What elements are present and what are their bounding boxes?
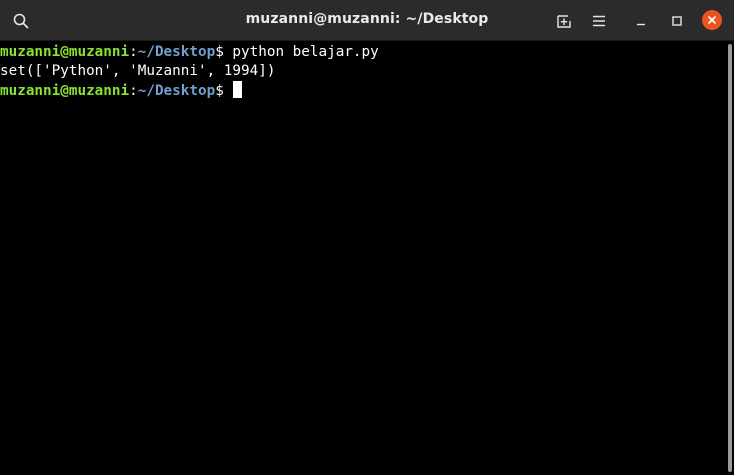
working-directory: ~/Desktop <box>137 83 216 99</box>
user-host: muzanni@muzanni <box>0 44 130 60</box>
maximize-button[interactable] <box>665 9 689 33</box>
command-output: set(['Python', 'Muzanni', 1994]) <box>0 63 276 79</box>
terminal-line: muzanni@muzanni:~/Desktop$ python belaja… <box>0 43 726 62</box>
scrollbar-thumb[interactable] <box>728 44 732 472</box>
new-tab-icon <box>557 15 571 28</box>
prompt-separator: : <box>129 83 138 99</box>
prompt-separator: : <box>129 44 138 60</box>
window-title: muzanni@muzanni: ~/Desktop <box>245 11 489 27</box>
user-host: muzanni@muzanni <box>0 83 130 99</box>
terminal-output[interactable]: muzanni@muzanni:~/Desktop$ python belaja… <box>0 41 726 475</box>
terminal-window: muzanni@muzanni: ~/Desktop muzanni@muzan… <box>0 0 734 475</box>
scrollbar[interactable] <box>726 41 734 475</box>
minimize-icon <box>637 23 645 26</box>
text-cursor <box>233 81 243 98</box>
close-icon <box>708 16 716 24</box>
prompt-symbol: $ <box>215 44 233 60</box>
minimize-button[interactable] <box>629 9 653 33</box>
terminal-line: muzanni@muzanni:~/Desktop$ <box>0 81 726 100</box>
menu-icon <box>593 15 605 27</box>
working-directory: ~/Desktop <box>137 44 216 60</box>
prompt-symbol: $ <box>215 83 233 99</box>
command-text: python belajar.py <box>232 44 379 60</box>
new-tab-button[interactable] <box>552 9 576 33</box>
menu-button[interactable] <box>587 9 611 33</box>
terminal-line: set(['Python', 'Muzanni', 1994]) <box>0 62 726 81</box>
maximize-icon <box>672 16 682 26</box>
close-button[interactable] <box>702 10 722 30</box>
title-bar[interactable]: muzanni@muzanni: ~/Desktop <box>0 0 734 41</box>
